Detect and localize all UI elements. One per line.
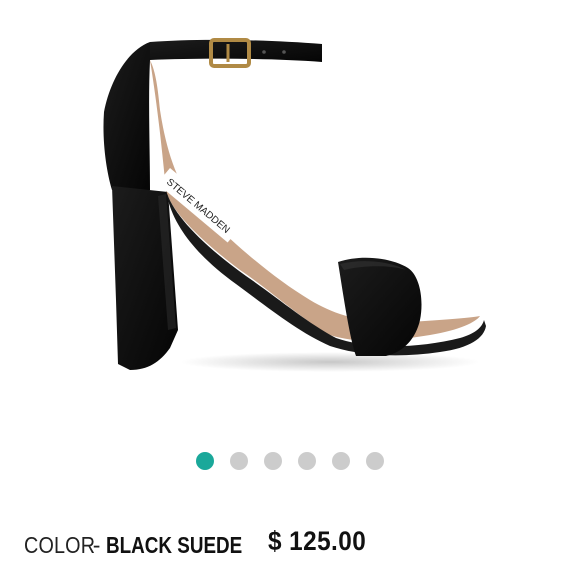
image-carousel-dots	[0, 452, 580, 472]
carousel-dot-4[interactable]	[298, 452, 316, 470]
color-value: BLACK SUEDE	[106, 531, 243, 558]
carousel-dot-3[interactable]	[264, 452, 282, 470]
sandal-illustration-icon: STEVE MADDEN	[103, 38, 486, 372]
color-label: COLOR	[24, 531, 96, 558]
product-price: $ 125.00	[268, 526, 367, 556]
color-info: COLOR - BLACK SUEDE	[24, 528, 273, 562]
carousel-dot-6[interactable]	[366, 452, 384, 470]
carousel-dot-2[interactable]	[230, 452, 248, 470]
carousel-dot-1[interactable]	[196, 452, 214, 470]
carousel-dot-5[interactable]	[332, 452, 350, 470]
product-image[interactable]: STEVE MADDEN	[0, 0, 580, 440]
